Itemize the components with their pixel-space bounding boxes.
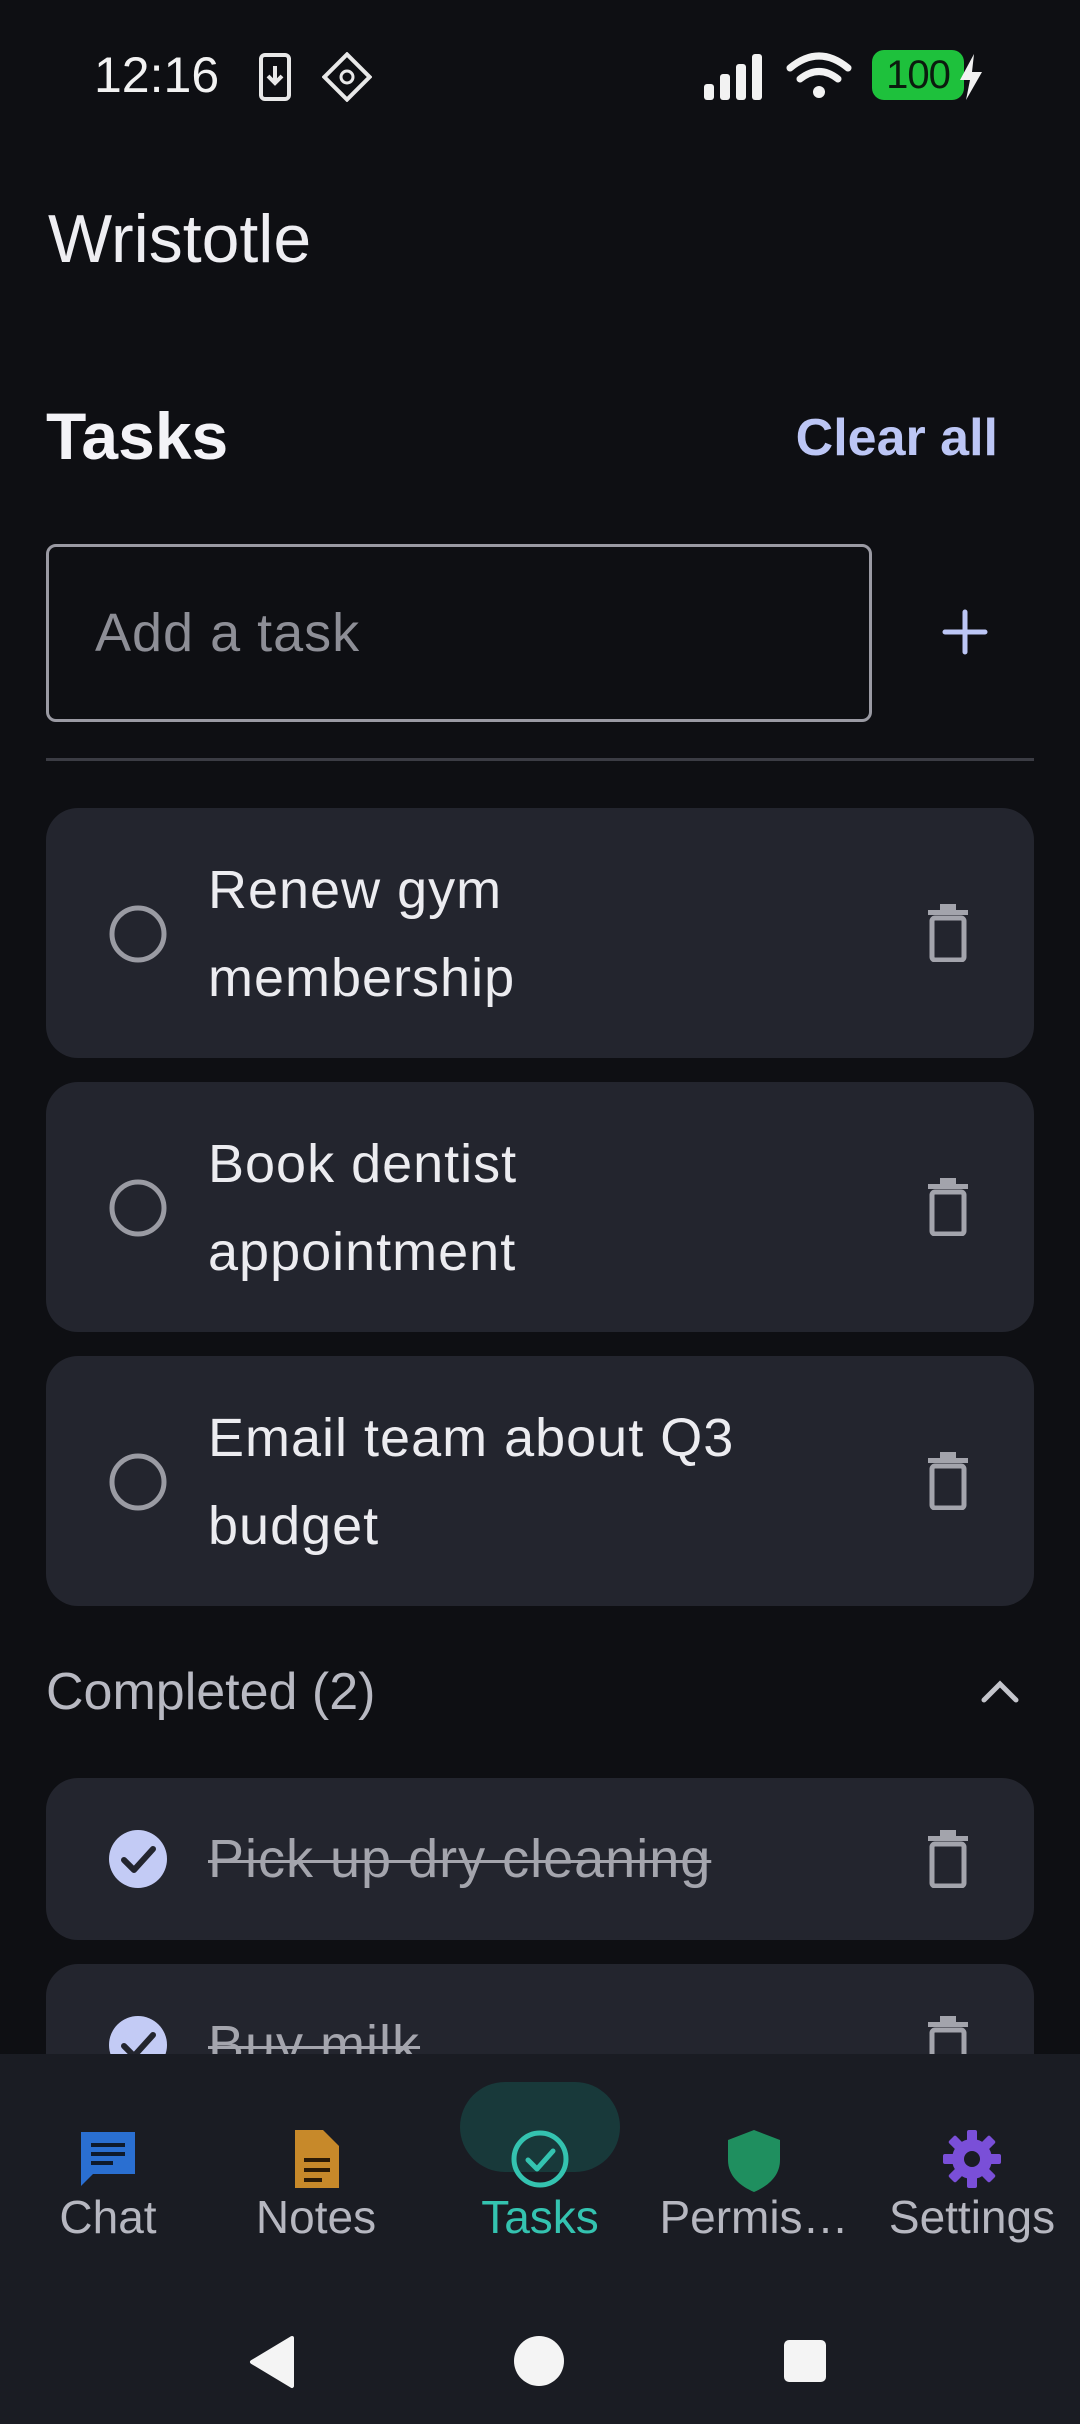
chevron-up-icon[interactable] [978,1676,1022,1706]
trash-icon[interactable] [926,1830,970,1888]
nav-label: Chat [59,2191,157,2243]
completed-task-item[interactable]: Pick up dry cleaning [46,1778,1034,1940]
task-text: Book dentist appointment [208,1120,864,1296]
battery-charging-icon: 100 [872,50,964,100]
task-line: Email team about Q3 [208,1408,735,1468]
nav-label: Notes [255,2191,377,2243]
checked-circle-icon[interactable] [108,1829,168,1889]
recents-icon[interactable] [782,2338,828,2384]
download-icon [259,53,291,101]
gear-icon [943,2130,1001,2188]
charging-bolt-icon [960,54,982,100]
chat-icon [81,2132,135,2186]
nav-label: Permis… [659,2191,849,2243]
nav-label: Tasks [481,2191,599,2243]
add-task-button[interactable] [930,592,1000,672]
unchecked-circle-icon[interactable] [108,1452,168,1512]
nav-notes[interactable]: Notes [208,2054,424,2294]
nav-chat[interactable]: Chat [0,2054,216,2294]
trash-icon[interactable] [926,1178,970,1236]
status-time: 12:16 [94,47,220,103]
add-task-field[interactable] [46,544,872,722]
wifi-icon [786,52,852,98]
task-item[interactable]: Book dentist appointment [46,1082,1034,1332]
unchecked-circle-icon[interactable] [108,1178,168,1238]
shield-icon [728,2130,780,2192]
task-line: Renew gym [208,860,503,920]
nav-label: Settings [888,2191,1056,2243]
divider [46,758,1034,761]
task-line: Book dentist [208,1134,518,1194]
task-line: appointment [208,1222,517,1282]
nav-permissions[interactable]: Permis… [646,2054,862,2294]
unchecked-circle-icon[interactable] [108,904,168,964]
check-circle-icon [511,2130,569,2188]
task-line: membership [208,948,516,1008]
task-item[interactable]: Renew gym membership [46,808,1034,1058]
trash-icon[interactable] [926,904,970,962]
clear-all-button[interactable]: Clear all [796,408,998,468]
app-title: Wristotle [48,201,312,277]
home-icon[interactable] [512,2334,566,2388]
tasks-heading: Tasks [46,399,229,473]
task-line: budget [208,1496,380,1556]
signal-icon [704,54,762,100]
back-icon[interactable] [246,2334,298,2390]
task-text: Renew gym membership [208,846,864,1022]
status-bar: 12:16 100 [0,0,1080,150]
nav-tasks[interactable]: Tasks [432,2054,648,2294]
add-task-input[interactable] [93,601,869,665]
note-icon [295,2130,339,2188]
system-navigation-bar [0,2300,1080,2424]
task-text: Email team about Q3 budget [208,1394,864,1570]
battery-level: 100 [886,52,951,97]
task-item[interactable]: Email team about Q3 budget [46,1356,1034,1606]
completed-header[interactable]: Completed (2) [46,1662,375,1722]
crosshair-icon [322,52,372,102]
task-text: Pick up dry cleaning [208,1829,712,1889]
nav-settings[interactable]: Settings [864,2054,1080,2294]
trash-icon[interactable] [926,1452,970,1510]
